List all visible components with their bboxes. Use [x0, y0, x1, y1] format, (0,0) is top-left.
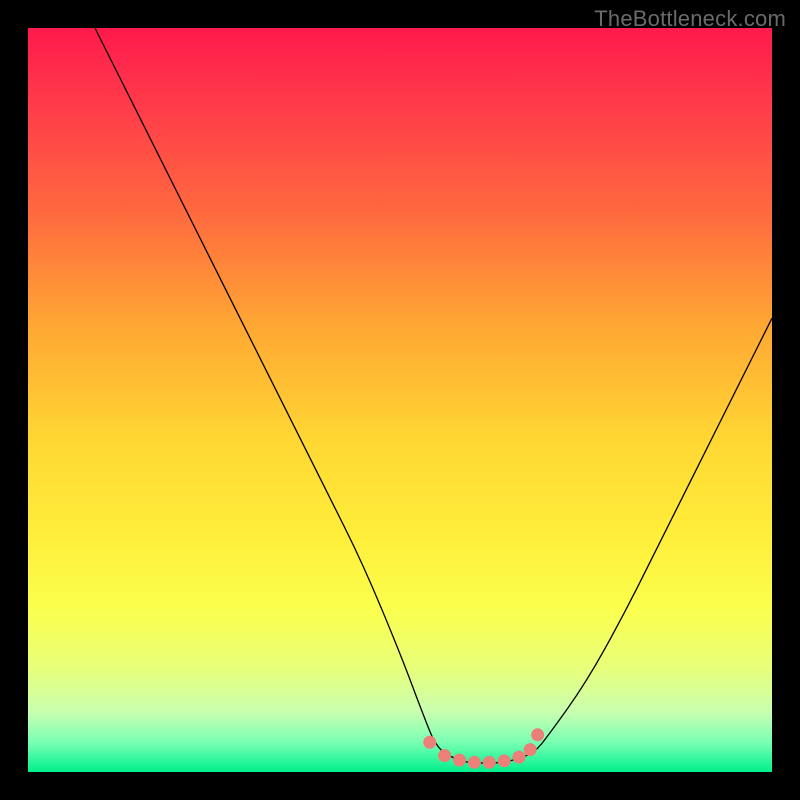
highlight-dot: [498, 754, 511, 767]
highlight-dot: [531, 728, 544, 741]
chart-area: [28, 28, 772, 772]
highlight-dot: [438, 749, 451, 762]
highlight-dot: [513, 751, 526, 764]
highlight-dot: [453, 754, 466, 767]
highlight-dot: [468, 756, 481, 769]
highlight-dot: [423, 736, 436, 749]
flat-region-dots: [423, 728, 544, 769]
watermark-text: TheBottleneck.com: [594, 6, 786, 32]
bottleneck-curve: [95, 28, 772, 763]
highlight-dot: [524, 743, 537, 756]
bottleneck-curve-plot: [28, 28, 772, 772]
highlight-dot: [483, 756, 496, 769]
